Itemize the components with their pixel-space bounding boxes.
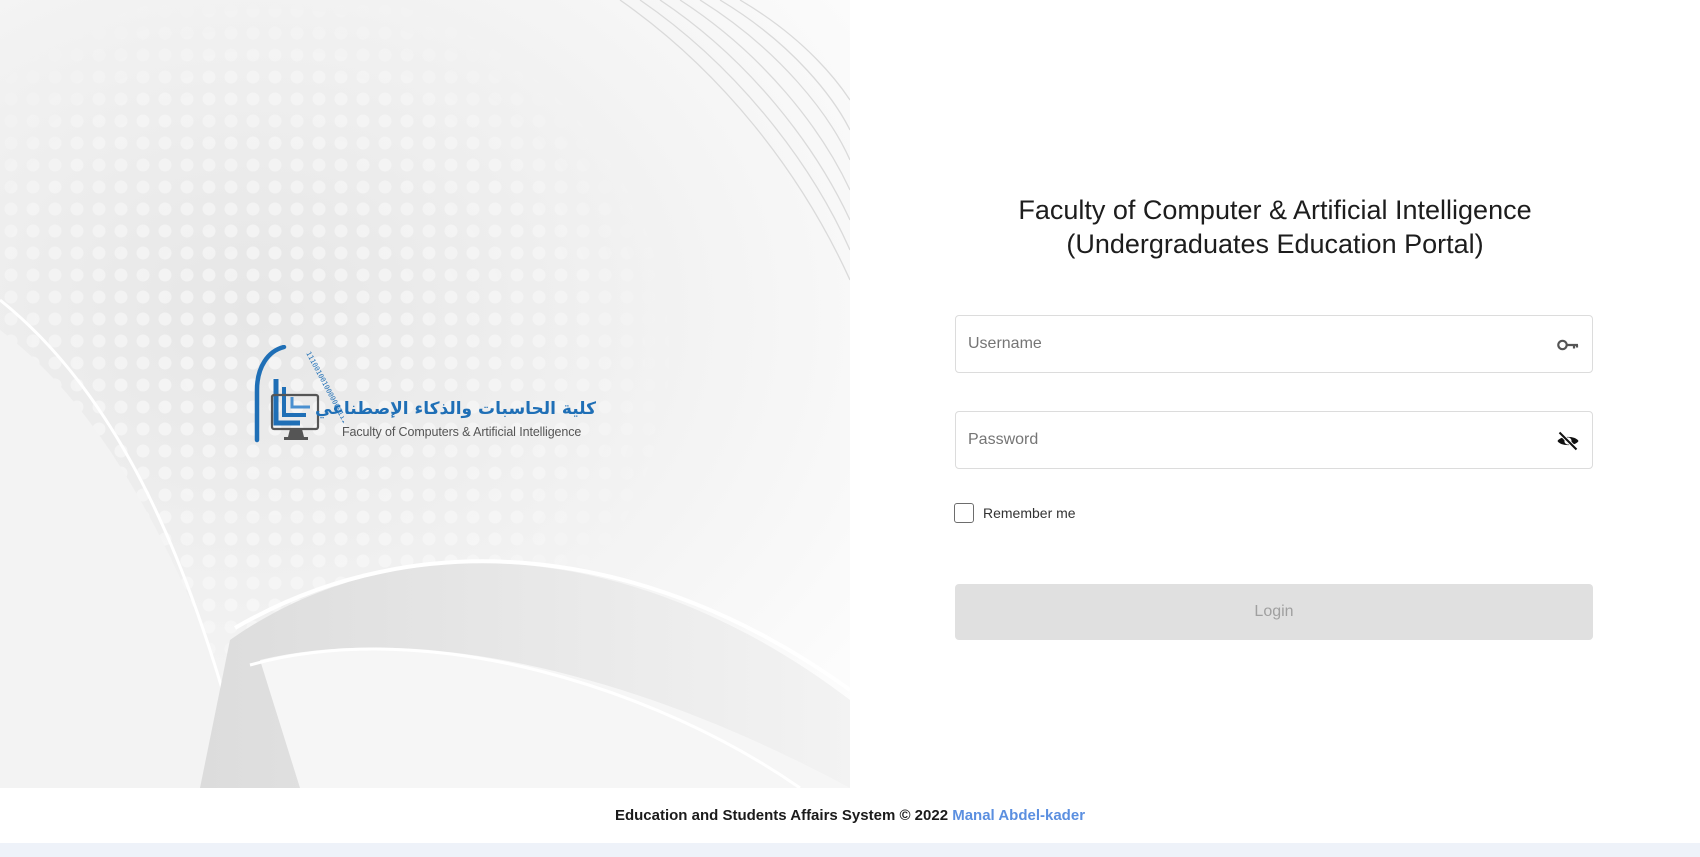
password-field[interactable] — [955, 411, 1593, 469]
username-field[interactable] — [955, 315, 1593, 373]
title-line-2: (Undergraduates Education Portal) — [1066, 229, 1484, 259]
title-line-1: Faculty of Computer & Artificial Intelli… — [1018, 195, 1532, 225]
key-icon — [1556, 333, 1580, 357]
eye-off-icon[interactable] — [1556, 429, 1580, 453]
footer-text: Education and Students Affairs System © … — [614, 807, 949, 824]
password-input[interactable] — [968, 412, 1538, 468]
faculty-emblem-icon: 11100100100000001111010 — [254, 345, 344, 443]
background-artwork: 11100100100000001111010 كلية الحاسبات وا… — [0, 0, 850, 788]
footer: Education and Students Affairs System © … — [0, 788, 1700, 843]
author-link[interactable]: Manal Abdel-kader — [952, 807, 1085, 824]
login-page: 11100100100000001111010 كلية الحاسبات وا… — [0, 0, 1700, 857]
username-input[interactable] — [968, 316, 1538, 372]
logo-arabic-text: كلية الحاسبات والذكاء الإصطناعي — [315, 399, 596, 419]
login-panel: Faculty of Computer & Artificial Intelli… — [850, 0, 1700, 788]
remember-me-checkbox[interactable] — [954, 503, 974, 523]
page-title: Faculty of Computer & Artificial Intelli… — [850, 193, 1700, 261]
remember-me[interactable]: Remember me — [954, 501, 1076, 525]
login-button[interactable]: Login — [955, 584, 1593, 640]
faculty-logo: 11100100100000001111010 كلية الحاسبات وا… — [254, 345, 604, 445]
remember-me-label[interactable]: Remember me — [983, 505, 1076, 521]
logo-english-text: Faculty of Computers & Artificial Intell… — [342, 425, 582, 439]
